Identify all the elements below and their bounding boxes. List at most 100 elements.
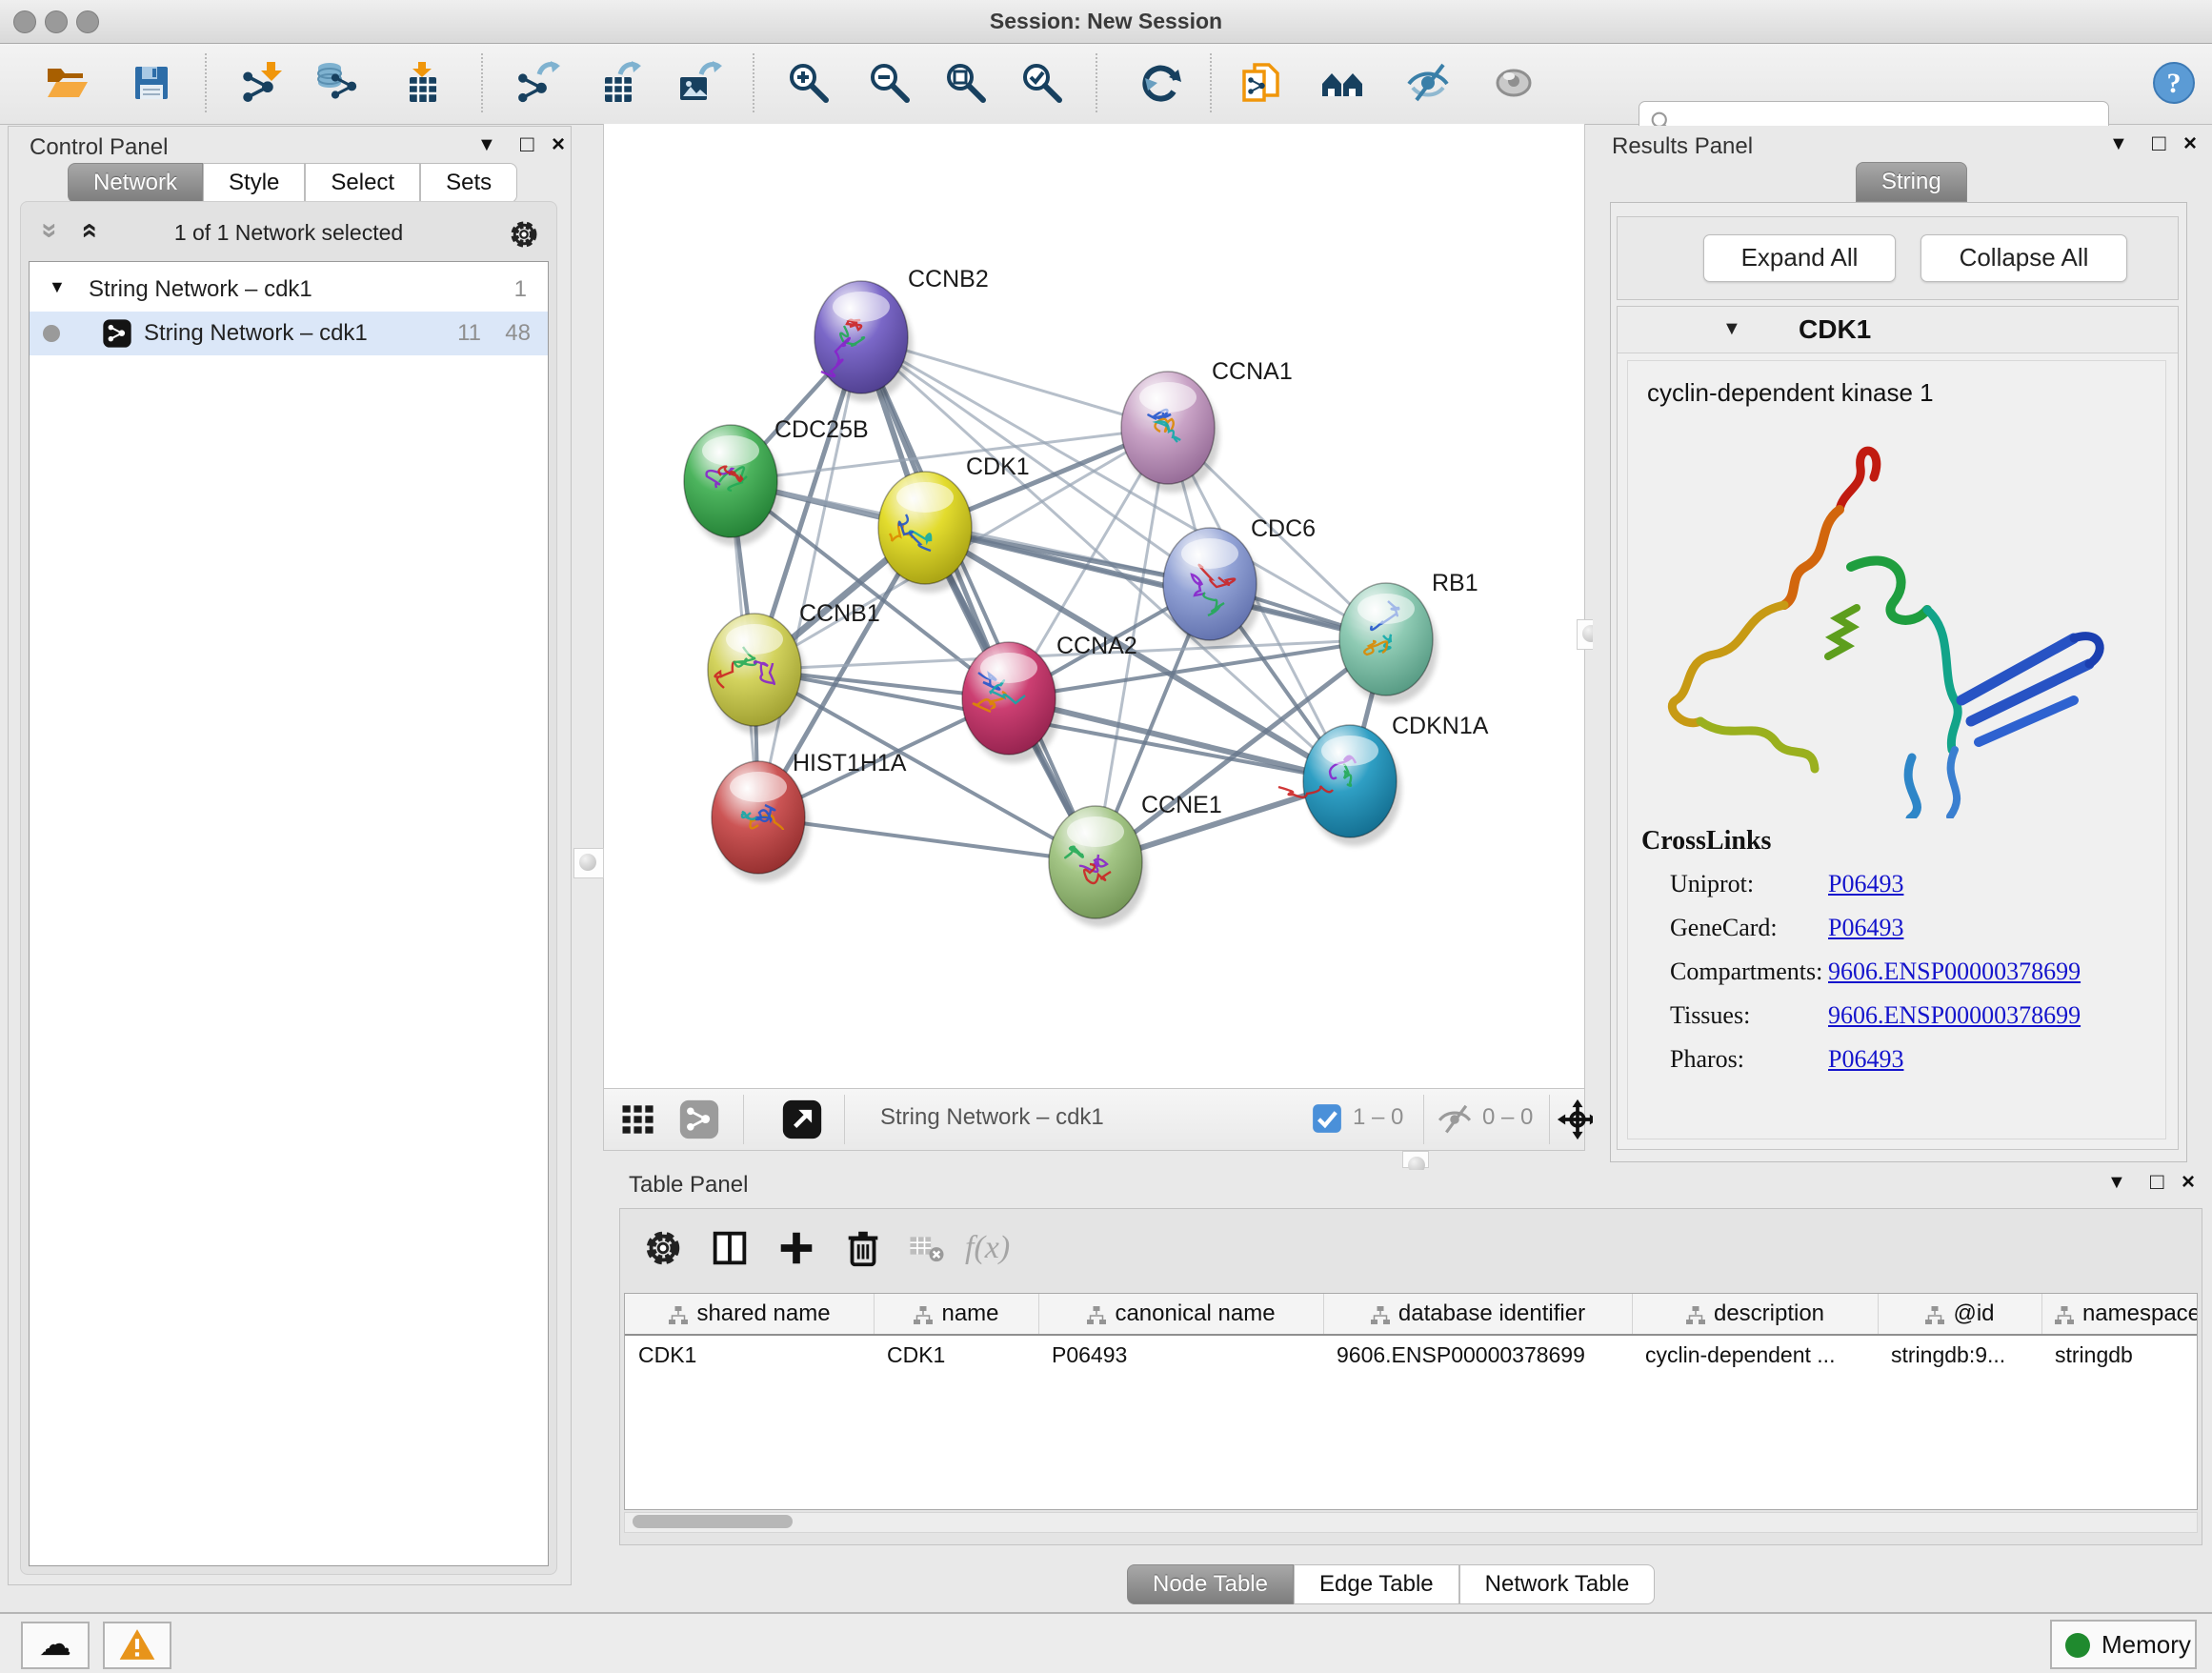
collapse-all-button[interactable]: Collapse All [1920,234,2127,282]
import-network-database-icon[interactable] [314,60,360,106]
export-image-icon[interactable] [676,60,722,106]
network-collection-row[interactable]: ▼ String Network – cdk1 1 [30,268,548,312]
tab-style[interactable]: Style [203,163,305,203]
column-header-database-identifier[interactable]: database identifier [1323,1294,1633,1334]
maximize-panel-icon[interactable]: □ [2152,131,2166,157]
section-expander-icon[interactable]: ▼ [1722,318,1741,340]
warnings-button[interactable] [103,1622,171,1669]
import-table-icon[interactable] [400,60,446,106]
protein-section: ▼ CDK1 cyclin-dependent kinase 1 CrossLi… [1617,306,2179,1150]
column-header-canonical-name[interactable]: canonical name [1038,1294,1324,1334]
expand-all-button[interactable]: Expand All [1703,234,1896,282]
status-bar: ☁ Memory [0,1612,2212,1673]
node-CCNE1[interactable]: CCNE1 [1049,792,1222,927]
node-CCNA1[interactable]: CCNA1 [1121,358,1293,493]
close-panel-icon[interactable]: × [552,131,565,158]
first-neighbors-icon[interactable] [1319,60,1365,106]
zoom-fit-icon[interactable] [943,60,989,106]
memory-status-dot [2065,1633,2090,1658]
close-panel-icon[interactable]: × [2183,131,2197,157]
crosslink-link-0[interactable]: P06493 [1828,870,1903,898]
crosslink-link-1[interactable]: P06493 [1828,914,1903,942]
edge-CCNB2-CCNE1[interactable] [861,337,1096,862]
tab-node-table[interactable]: Node Table [1127,1564,1294,1604]
help-icon[interactable]: ? [2151,60,2197,106]
close-panel-icon[interactable]: × [2182,1169,2195,1196]
float-panel-icon[interactable]: ▼ [2107,1172,2126,1194]
add-column-icon[interactable] [774,1226,818,1270]
node-CDC25B[interactable]: CDC25B [684,416,869,546]
tree-expander-icon[interactable]: ▼ [49,277,66,297]
edge-CCNB2-HIST1H1A[interactable] [758,337,861,817]
network-selection-status: 1 of 1 Network selected [21,220,556,246]
delete-column-icon[interactable] [841,1226,885,1270]
tab-sets[interactable]: Sets [420,163,517,203]
column-header--id[interactable]: @id [1878,1294,2042,1334]
open-file-icon[interactable] [43,60,89,106]
import-network-file-icon[interactable] [238,60,284,106]
hide-selection-icon[interactable] [1405,60,1451,106]
refresh-layout-icon[interactable] [1138,60,1184,106]
crosslink-link-3[interactable]: 9606.ENSP00000378699 [1828,1001,2081,1030]
tab-select[interactable]: Select [305,163,420,203]
network-options-gear-icon[interactable] [507,217,541,256]
grid-view-icon[interactable] [617,1099,659,1140]
column-header-name[interactable]: name [874,1294,1039,1334]
table-cell[interactable]: stringdb [2041,1336,2198,1374]
birdseye-share-icon[interactable] [678,1099,720,1140]
node-RB1[interactable]: RB1 [1339,570,1478,704]
network-row-selected[interactable]: String Network – cdk1 11 48 [30,312,548,355]
maximize-panel-icon[interactable]: □ [2150,1169,2164,1196]
node-CCNB2[interactable]: CCNB2 [814,266,989,402]
column-header-namespace[interactable]: namespace [2041,1294,2198,1334]
table-options-gear-icon[interactable] [641,1226,685,1270]
tab-network-table[interactable]: Network Table [1459,1564,1656,1604]
save-session-icon[interactable] [129,60,174,106]
float-panel-icon[interactable]: ▼ [2109,133,2128,155]
network-canvas[interactable]: CCNB2 CCNA1 CDC25B CDK1 CDC6 RB1 CCNB1 C… [603,124,1585,1088]
crosslinks-heading: CrossLinks [1641,826,1771,857]
detach-view-icon[interactable] [781,1099,823,1140]
show-columns-icon[interactable] [708,1226,752,1270]
protein-section-header[interactable]: ▼ CDK1 [1618,307,2178,353]
node-CCNB1[interactable]: CCNB1 [708,600,880,735]
tab-string[interactable]: String [1856,162,1967,202]
table-cell[interactable]: stringdb:9... [1878,1336,2041,1374]
node-CCNA2[interactable]: CCNA2 [962,633,1137,763]
node-CDKN1A[interactable]: CDKN1A [1278,713,1489,846]
tab-network[interactable]: Network [68,163,203,203]
show-all-icon[interactable] [1491,60,1537,106]
zoom-in-icon[interactable] [786,60,832,106]
cloud-status-button[interactable]: ☁ [21,1622,90,1669]
table-cell[interactable]: cyclin-dependent ... [1632,1336,1878,1374]
float-panel-icon[interactable]: ▼ [477,134,496,156]
node-HIST1H1A[interactable]: HIST1H1A [712,750,907,882]
crosslink-link-2[interactable]: 9606.ENSP00000378699 [1828,957,2081,986]
node-label-CDKN1A: CDKN1A [1392,713,1489,739]
table-cell[interactable]: CDK1 [625,1336,874,1374]
column-header-description[interactable]: description [1632,1294,1879,1334]
table-cell[interactable]: 9606.ENSP00000378699 [1323,1336,1632,1374]
scrollbar-thumb[interactable] [633,1515,793,1528]
left-splitter-handle[interactable] [573,848,604,878]
node-label-HIST1H1A: HIST1H1A [793,750,907,776]
string-network-icon [102,318,132,355]
selected-count: 1 – 0 [1353,1104,1403,1131]
zoom-selected-icon[interactable] [1019,60,1065,106]
table-cell[interactable]: P06493 [1038,1336,1323,1374]
table-cell[interactable]: CDK1 [874,1336,1038,1374]
selected-checkbox-icon[interactable] [1311,1102,1343,1135]
crosslink-link-4[interactable]: P06493 [1828,1045,1903,1074]
zoom-out-icon[interactable] [867,60,913,106]
node-count: 11 [457,320,481,347]
node-CDC6[interactable]: CDC6 [1163,515,1316,649]
tab-edge-table[interactable]: Edge Table [1294,1564,1459,1604]
memory-button[interactable]: Memory [2050,1620,2197,1669]
maximize-panel-icon[interactable]: □ [520,131,534,158]
column-header-shared-name[interactable]: shared name [625,1294,875,1334]
bottom-splitter-handle[interactable] [1402,1151,1429,1168]
new-network-selection-icon[interactable] [1238,60,1284,106]
export-table-icon[interactable] [595,60,641,106]
export-network-icon[interactable] [514,60,560,106]
table-horizontal-scrollbar[interactable] [624,1512,2198,1533]
